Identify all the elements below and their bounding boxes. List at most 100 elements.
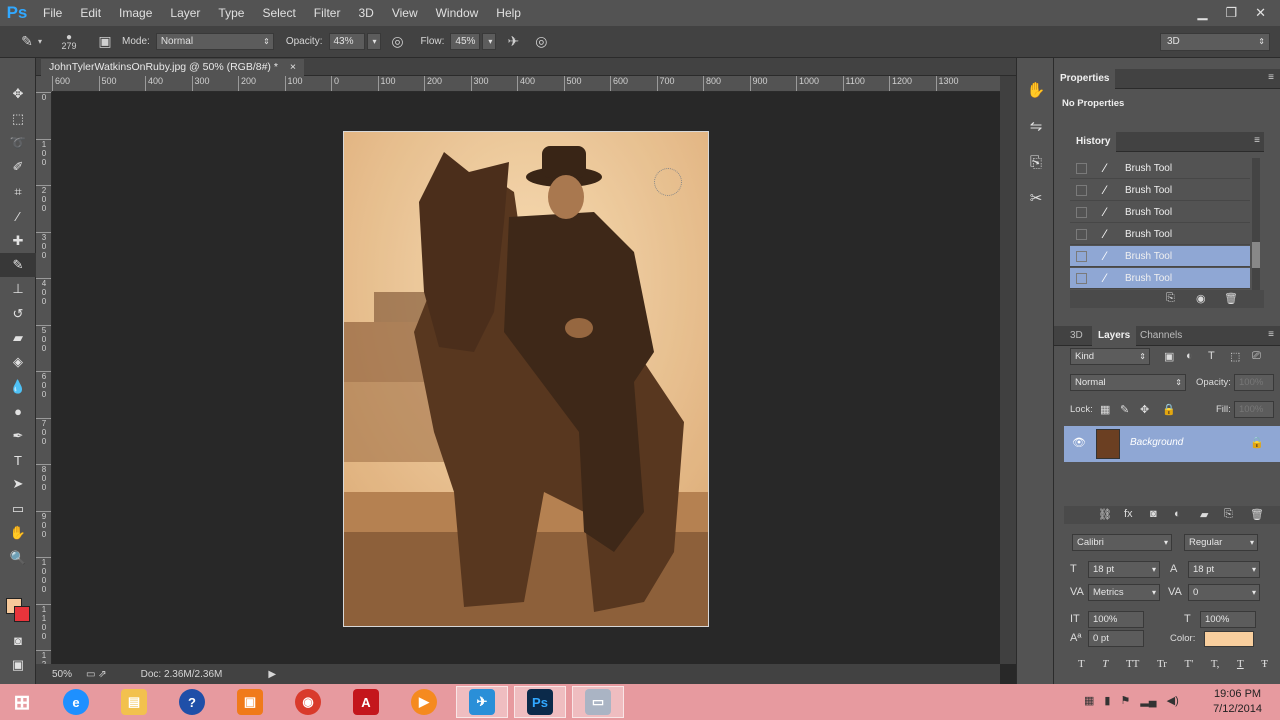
tray-volume-icon[interactable]: ◀) xyxy=(1167,694,1179,707)
mode-select[interactable]: Normal ⇕ xyxy=(155,33,274,50)
trash-icon[interactable]: 🗑 xyxy=(1224,292,1238,305)
menu-file[interactable]: File xyxy=(34,0,71,26)
baseline-shift-field[interactable]: 0 pt xyxy=(1088,630,1144,647)
status-icons[interactable]: ▭ ⇗ xyxy=(86,669,107,680)
history-row[interactable]: ⁄ Brush Tool xyxy=(1070,268,1250,289)
fx-icon[interactable]: fx xyxy=(1124,508,1133,520)
crop-tool-icon[interactable]: ⌗ xyxy=(0,180,36,204)
flow-slider-toggle[interactable]: ▾ xyxy=(482,33,497,50)
tab-channels[interactable]: Channels xyxy=(1134,326,1188,346)
airbrush-icon[interactable]: ✈ xyxy=(502,31,524,53)
brush-size-picker[interactable]: ● 279 xyxy=(54,31,84,53)
faux-italic-button[interactable]: T xyxy=(1102,658,1108,670)
lock-image-icon[interactable]: ✎ xyxy=(1120,403,1129,416)
start-button[interactable]: ⊞ xyxy=(0,686,44,718)
document-tab[interactable]: JohnTylerWatkinsOnRuby.jpg @ 50% (RGB/8#… xyxy=(41,59,305,76)
workspace-select[interactable]: 3D ⇕ xyxy=(1160,33,1270,51)
filter-pixel-icon[interactable]: ▣ xyxy=(1164,350,1174,363)
taskbar-bird-app[interactable]: ✈ xyxy=(456,686,508,718)
lasso-tool-icon[interactable]: ➰ xyxy=(0,131,36,155)
taskbar-chrome[interactable]: ◉ xyxy=(282,686,334,718)
history-checkbox[interactable] xyxy=(1076,162,1087,174)
menu-filter[interactable]: Filter xyxy=(305,0,350,26)
canvas-scrollbar[interactable] xyxy=(1000,76,1016,664)
taskbar-ie[interactable]: e xyxy=(50,686,102,718)
status-menu-arrow-icon[interactable]: ▶ xyxy=(268,669,276,680)
minimize-icon[interactable]: ▁ xyxy=(1197,5,1207,21)
layer-row-background[interactable]: 👁 Background 🔒 xyxy=(1064,426,1280,462)
marquee-tool-icon[interactable]: ⬚ xyxy=(0,106,36,130)
tab-history[interactable]: History xyxy=(1070,132,1117,152)
close-icon[interactable]: ✕ xyxy=(1255,5,1266,21)
taskbar-app-orange[interactable]: ▣ xyxy=(224,686,276,718)
ruler-origin[interactable] xyxy=(36,76,52,92)
taskbar-app-help[interactable]: ? xyxy=(166,686,218,718)
clock[interactable]: 19:06 PM 7/12/2014 xyxy=(1213,687,1262,717)
blend-mode-select[interactable]: Normal ⇕ xyxy=(1070,374,1186,391)
horizontal-ruler[interactable]: 600 500 400 300 200 100 0 100 200 300 400 500 600 700… xyxy=(52,76,1000,92)
taskbar-explorer[interactable]: ▤ xyxy=(108,686,160,718)
close-tab-icon[interactable]: × xyxy=(290,59,296,76)
menu-layer[interactable]: Layer xyxy=(161,0,209,26)
tab-layers[interactable]: Layers xyxy=(1092,326,1137,346)
clone-stamp-tool-icon[interactable]: ⊥ xyxy=(0,277,36,301)
document-image[interactable] xyxy=(343,131,709,627)
layer-filter-select[interactable]: Kind ⇕ xyxy=(1070,348,1150,365)
layer-name[interactable]: Background xyxy=(1130,437,1183,448)
lock-all-icon[interactable]: 🔒 xyxy=(1162,403,1176,416)
tool-presets-panel-icon[interactable]: ✂ xyxy=(1017,180,1055,216)
history-checkbox[interactable] xyxy=(1076,228,1087,240)
zoom-tool-icon[interactable]: 🔍 xyxy=(0,545,36,569)
menu-edit[interactable]: Edit xyxy=(71,0,110,26)
filter-shape-icon[interactable]: ⬚ xyxy=(1230,350,1240,363)
add-mask-icon[interactable]: ◙ xyxy=(1150,508,1157,520)
history-checkbox[interactable] xyxy=(1076,184,1087,196)
eyedropper-tool-icon[interactable]: ⁄ xyxy=(0,204,36,228)
fill-field[interactable]: 100% xyxy=(1234,401,1274,418)
move-tool-icon[interactable]: ✥ xyxy=(0,82,36,106)
color-swatches[interactable] xyxy=(6,598,32,624)
tray-app-icon[interactable]: ▦ xyxy=(1084,694,1094,707)
adjustments-panel-icon[interactable]: ⇋ xyxy=(1017,108,1055,144)
faux-bold-button[interactable]: T xyxy=(1078,658,1085,670)
filter-smart-object-icon[interactable]: ⎚ xyxy=(1252,350,1261,363)
menu-select[interactable]: Select xyxy=(253,0,304,26)
lock-position-icon[interactable]: ✥ xyxy=(1140,403,1149,416)
paint-bucket-tool-icon[interactable]: ◈ xyxy=(0,350,36,374)
canvas-area[interactable] xyxy=(52,92,1000,664)
text-color-swatch[interactable] xyxy=(1204,631,1254,647)
small-caps-button[interactable]: Tr xyxy=(1157,658,1167,670)
opacity-field[interactable]: 43% xyxy=(328,33,365,50)
tracking-field[interactable]: 0 ▾ xyxy=(1188,584,1260,601)
screen-mode-icon[interactable]: ▣ xyxy=(0,653,36,677)
vertical-scale-field[interactable]: 100% xyxy=(1088,611,1144,628)
font-style-select[interactable]: Regular ▾ xyxy=(1184,534,1258,551)
new-document-from-state-icon[interactable]: ⎘ xyxy=(1166,292,1175,305)
menu-help[interactable]: Help xyxy=(487,0,530,26)
vertical-ruler[interactable]: 0 100 200 300 400 500 600 700 800 900 1000 1100 1200 xyxy=(36,92,52,664)
blur-tool-icon[interactable]: 💧 xyxy=(0,375,36,399)
strikethrough-button[interactable]: Ŧ xyxy=(1261,658,1268,670)
tab-properties[interactable]: Properties xyxy=(1054,69,1116,89)
path-selection-tool-icon[interactable]: ➤ xyxy=(0,472,36,496)
panel-menu-icon[interactable]: ≡ xyxy=(1268,72,1274,83)
history-row[interactable]: ⁄ Brush Tool xyxy=(1070,246,1250,267)
background-color-swatch[interactable] xyxy=(14,606,30,622)
panel-menu-icon[interactable]: ≡ xyxy=(1254,135,1260,146)
brush-tool-icon[interactable]: ✎ xyxy=(0,252,36,278)
panel-menu-icon[interactable]: ≡ xyxy=(1268,329,1274,340)
flow-field[interactable]: 45% xyxy=(450,33,481,50)
zoom-level[interactable]: 50% xyxy=(52,669,72,680)
camera-icon[interactable]: ◉ xyxy=(1196,292,1206,305)
restore-icon[interactable]: ❐ xyxy=(1225,5,1237,21)
menu-image[interactable]: Image xyxy=(110,0,161,26)
taskbar-acrobat[interactable]: A xyxy=(340,686,392,718)
healing-brush-tool-icon[interactable]: ✚ xyxy=(0,228,36,252)
pressure-opacity-icon[interactable]: ◎ xyxy=(387,31,409,53)
hand-tool-icon[interactable]: ✋ xyxy=(0,521,36,545)
new-layer-icon[interactable]: ⎘ xyxy=(1224,508,1233,521)
tray-network-icon[interactable]: ▂▄ xyxy=(1140,694,1156,707)
taskbar-photoshop[interactable]: Ps xyxy=(514,686,566,718)
doc-size[interactable]: Doc: 2.36M/2.36M xyxy=(141,669,223,680)
filter-adjustment-icon[interactable]: ◐ xyxy=(1186,350,1193,362)
